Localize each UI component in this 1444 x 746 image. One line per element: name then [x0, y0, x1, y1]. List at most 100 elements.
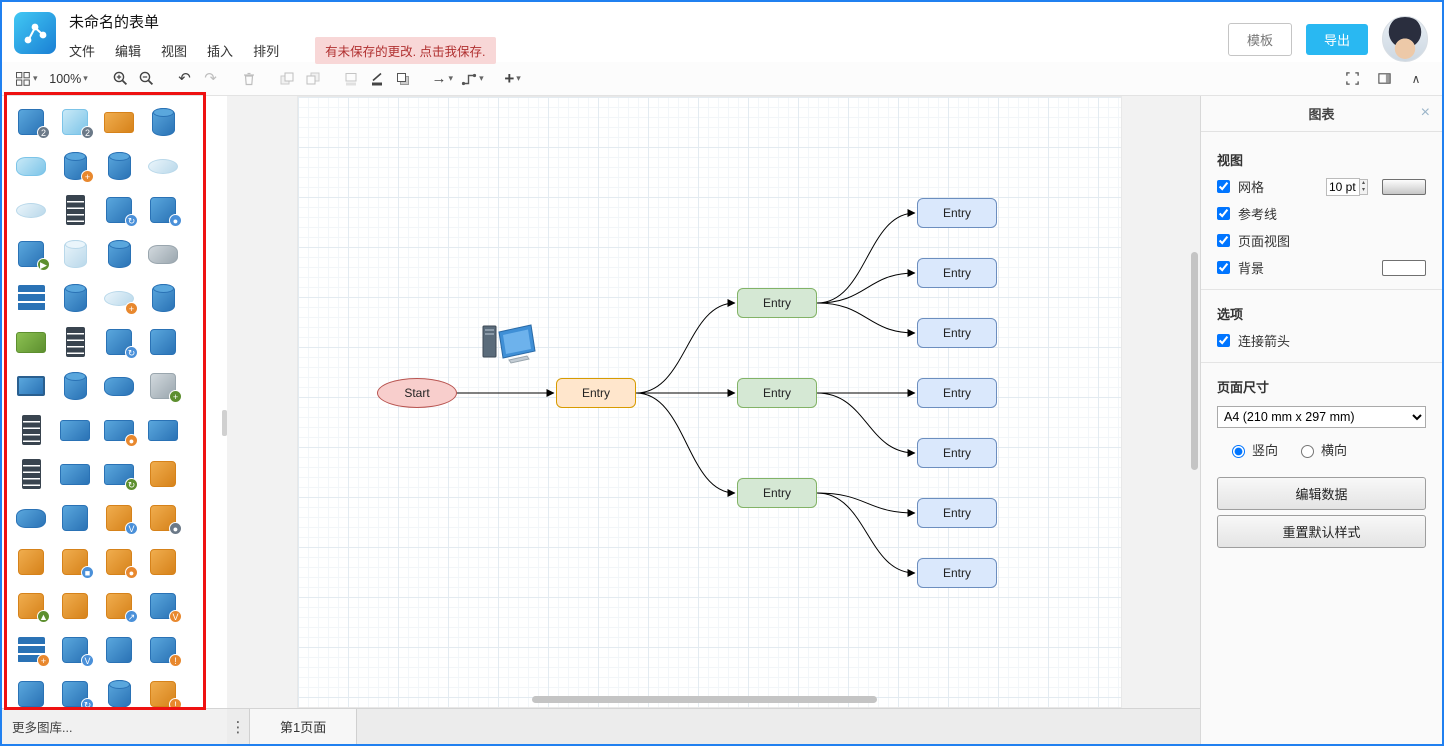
redo-button[interactable]: ↷	[199, 66, 223, 92]
server-shape-icon[interactable]	[53, 324, 97, 360]
card-shape-icon[interactable]: ↻	[97, 456, 141, 492]
background-color-swatch[interactable]	[1382, 259, 1426, 276]
db-shape-icon[interactable]	[97, 236, 141, 272]
diagram-node-g3[interactable]: Entry	[737, 478, 817, 508]
pages-menu-icon[interactable]: ⋮	[227, 709, 249, 744]
connection-style-button[interactable]: → ▾	[429, 66, 457, 92]
db-shape-icon[interactable]	[97, 148, 141, 184]
menu-item[interactable]: 文件	[69, 41, 95, 60]
vertical-scrollbar[interactable]	[1191, 252, 1198, 470]
cube-shape-icon[interactable]: ●	[141, 500, 185, 536]
close-icon[interactable]: ×	[1421, 104, 1430, 122]
stepper-up-icon[interactable]: ▴	[1359, 179, 1367, 187]
grid-checkbox[interactable]	[1217, 180, 1230, 193]
waypoint-style-button[interactable]: ▾	[458, 66, 487, 92]
db-shape-icon[interactable]	[53, 280, 97, 316]
shape-view-button[interactable]: ▾	[12, 66, 41, 92]
grid-size-stepper[interactable]: ▴ ▾	[1359, 178, 1368, 195]
card-shape-icon[interactable]	[141, 412, 185, 448]
connection-arrows-checkbox[interactable]	[1217, 334, 1230, 347]
unsaved-changes-notice[interactable]: 有未保存的更改. 点击我保存.	[315, 37, 496, 64]
cube-shape-icon[interactable]: ↻	[97, 192, 141, 228]
disk-shape-icon[interactable]	[97, 368, 141, 404]
cube-shape-icon[interactable]: V	[53, 632, 97, 668]
reset-style-button[interactable]: 重置默认样式	[1217, 515, 1426, 548]
template-button[interactable]: 模板	[1227, 22, 1292, 56]
edge-e0-g3[interactable]	[635, 392, 736, 497]
to-front-button[interactable]	[275, 66, 299, 92]
cube-shape-icon[interactable]: 2	[9, 104, 53, 140]
disk-shape-icon[interactable]	[141, 236, 185, 272]
disk-shape-icon[interactable]	[9, 148, 53, 184]
cube-shape-icon[interactable]: +	[141, 368, 185, 404]
cube-shape-icon[interactable]: ●	[141, 192, 185, 228]
diagram-node-b3[interactable]: Entry	[917, 318, 997, 348]
edge-g1-b1[interactable]	[816, 209, 916, 304]
cube-shape-icon[interactable]	[97, 632, 141, 668]
undo-button[interactable]: ↶	[173, 66, 197, 92]
card-shape-icon[interactable]	[53, 412, 97, 448]
zoom-select[interactable]: 100% ▾	[43, 66, 95, 92]
db-shape-icon[interactable]	[53, 236, 97, 272]
db-shape-icon[interactable]	[53, 368, 97, 404]
portrait-radio[interactable]	[1232, 444, 1245, 458]
diagram-node-b1[interactable]: Entry	[917, 198, 997, 228]
server-shape-icon[interactable]	[53, 192, 97, 228]
cube-shape-icon[interactable]	[53, 588, 97, 624]
cube-shape-icon[interactable]: V	[97, 500, 141, 536]
insert-button[interactable]: + ▾	[501, 66, 525, 92]
edge-e0-g1[interactable]	[635, 299, 736, 394]
db-shape-icon[interactable]	[97, 676, 141, 708]
landscape-radio[interactable]	[1301, 444, 1315, 458]
cyl-shape-icon[interactable]	[141, 148, 185, 184]
landscape-option[interactable]: 横向	[1296, 440, 1347, 459]
cube-shape-icon[interactable]	[141, 456, 185, 492]
cube-shape-icon[interactable]	[141, 544, 185, 580]
user-avatar[interactable]	[1382, 16, 1428, 62]
server-shape-icon[interactable]	[9, 412, 53, 448]
card-shape-icon[interactable]	[53, 456, 97, 492]
cyl-shape-icon[interactable]	[9, 192, 53, 228]
diagram-node-b7[interactable]: Entry	[917, 558, 997, 588]
to-back-button[interactable]	[301, 66, 325, 92]
collapse-toolbar-button[interactable]: ∧	[1404, 66, 1428, 92]
db-shape-icon[interactable]	[141, 104, 185, 140]
fill-color-button[interactable]	[339, 66, 363, 92]
diagram-node-b2[interactable]: Entry	[917, 258, 997, 288]
diagram-canvas[interactable]: Start Entry Entry Entry Entry Entry Entry Entry…	[227, 96, 1200, 708]
monitor-shape-icon[interactable]	[9, 368, 53, 404]
workstation-icon[interactable]	[479, 318, 537, 370]
fullscreen-button[interactable]	[1340, 66, 1364, 92]
menu-item[interactable]: 编辑	[115, 41, 141, 60]
server-shape-icon[interactable]	[9, 456, 53, 492]
diagram-node-b6[interactable]: Entry	[917, 498, 997, 528]
document-title[interactable]: 未命名的表单	[69, 11, 496, 32]
diagram-node-b4[interactable]: Entry	[917, 378, 997, 408]
line-color-button[interactable]	[365, 66, 389, 92]
shadow-button[interactable]	[391, 66, 415, 92]
cube-shape-icon[interactable]: ●	[97, 544, 141, 580]
db-shape-icon[interactable]: +	[53, 148, 97, 184]
page-tab[interactable]: 第1页面	[249, 709, 358, 744]
edge-g1-b3[interactable]	[816, 302, 916, 337]
app-logo-icon[interactable]	[14, 12, 56, 54]
cube-shape-icon[interactable]: ↗	[97, 588, 141, 624]
cube-shape-icon[interactable]	[9, 676, 53, 708]
card-shape-icon[interactable]	[97, 104, 141, 140]
menu-item[interactable]: 插入	[207, 41, 233, 60]
cube-shape-icon[interactable]	[9, 544, 53, 580]
edge-g2-b5[interactable]	[816, 392, 916, 457]
page-view-checkbox[interactable]	[1217, 234, 1230, 247]
horizontal-scrollbar[interactable]	[532, 696, 877, 703]
cube-shape-icon[interactable]: ▶	[9, 236, 53, 272]
portrait-option[interactable]: 竖向	[1227, 440, 1278, 459]
diagram-node-b5[interactable]: Entry	[917, 438, 997, 468]
format-panel-toggle-button[interactable]	[1372, 66, 1396, 92]
edit-data-button[interactable]: 编辑数据	[1217, 477, 1426, 510]
stack-shape-icon[interactable]: +	[9, 632, 53, 668]
cyl-shape-icon[interactable]: +	[97, 280, 141, 316]
edge-g3-b7[interactable]	[816, 492, 916, 577]
cube-shape-icon[interactable]	[141, 324, 185, 360]
cube-shape-icon[interactable]: ▲	[9, 588, 53, 624]
menu-item[interactable]: 排列	[253, 41, 279, 60]
